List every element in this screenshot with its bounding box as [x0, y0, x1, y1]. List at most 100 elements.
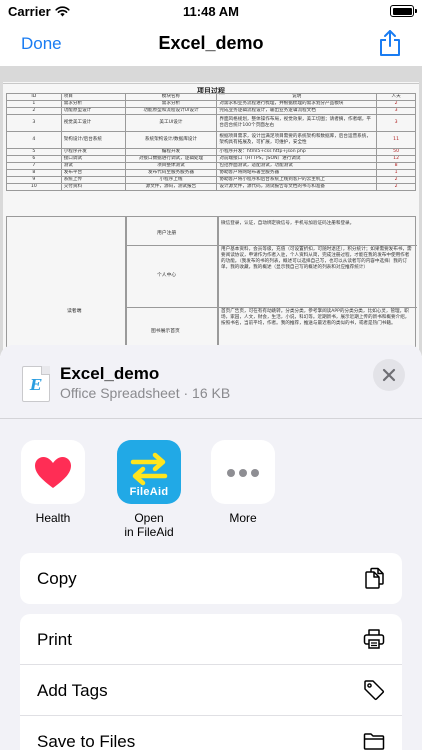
table-cell: 需求分析 [124, 100, 218, 108]
file-subtitle: Office Spreadsheet · 16 KB [60, 385, 231, 401]
app-more[interactable]: More [198, 440, 288, 525]
table-cell: 8 [376, 162, 416, 170]
copy-action[interactable]: Copy [20, 553, 402, 604]
app-label-line1: Open [134, 511, 164, 525]
table-cell: 小程序开发：html5+css http+json php [216, 148, 378, 156]
printer-icon [363, 629, 385, 649]
description-column: 微信登录，认证，自动绑定微信号，手机号加验证码注册和登录。 用户基本资料，会员等… [218, 216, 417, 356]
spreadsheet-lower-section: 读者端 用户注册 个人中心 图书展示首页 微信登录，认证，自动绑定微信号，手机号… [6, 216, 417, 356]
table-cell: 对接口数据进行调试，逻辑处理 [124, 155, 218, 163]
section-text: 微信登录，认证，自动绑定微信号，手机号加验证码注册和登录。 [221, 221, 355, 226]
app-label: Health [35, 511, 71, 525]
table-cell: 协助客户将小程序和后台系统上线到客户的云主机上 [216, 176, 378, 184]
table-cell: 根据项目需求，设计出满足项目需要的系统架构和数据库，后台运营系统，架构具有拓展及… [216, 131, 378, 149]
table-row: 8 发布平台 发布代码至服务服务器 协助客户将网站布署至服务器 1 [6, 169, 416, 177]
table-cell: 2 [376, 176, 416, 184]
app-label-line2: in FileAid [124, 525, 174, 539]
table-cell: 功能原型设计 [60, 107, 126, 115]
table-cell: 50 [376, 148, 416, 156]
header-cell: ID [6, 93, 62, 101]
table-row: 1 需求分析 需求分析 对需求和业务流程进行梳理，并根据梳理的需求划分产品模块 … [6, 100, 416, 108]
group-label: 读者端 [67, 309, 82, 314]
action-label: Add Tags [37, 681, 108, 700]
table-cell: 发布平台 [60, 169, 126, 177]
module-label: 用户注册 [157, 231, 177, 236]
share-sheet-header: E Excel_demo Office Spreadsheet · 16 KB [0, 345, 422, 419]
table-cell: 2 [376, 100, 416, 108]
table-cell: 源文件，源码，测试报告 [124, 183, 218, 191]
table-cell: 5 [6, 148, 62, 156]
status-time: 11:48 AM [183, 4, 239, 19]
share-sheet: E Excel_demo Office Spreadsheet · 16 KB … [0, 345, 422, 750]
table-cell: 11 [376, 131, 416, 149]
battery-icon [390, 5, 417, 17]
table-row: 9 系统上传 小程序上线 协助客户将小程序和后台系统上线到客户的云主机上 2 [6, 176, 416, 184]
navigation-bar: Done Excel_demo [0, 24, 422, 64]
table-cell: 美工UI设计 [124, 114, 218, 132]
fileaid-tile-text: FileAid [129, 486, 169, 498]
print-action[interactable]: Print [20, 614, 402, 665]
table-cell: 架构设计/后台系统 [60, 131, 126, 149]
save-to-files-action[interactable]: Save to Files [20, 716, 402, 750]
app-fileaid[interactable]: FileAid Open in FileAid [104, 440, 194, 539]
app-health[interactable]: Health [8, 440, 98, 525]
table-cell: 界面风格规划，整体操作布局，视觉效果，美工切图；请者摘，作者端，平台后台统计10… [216, 114, 378, 132]
table-cell: 功能原型和流程设计UI设计 [124, 107, 218, 115]
add-tags-action[interactable]: Add Tags [20, 665, 402, 716]
table-cell: 3 [376, 107, 416, 115]
action-group-main: Print Add Tags Save to Files [20, 614, 402, 750]
spreadsheet-file-icon: E [22, 366, 50, 402]
action-label: Save to Files [37, 732, 136, 750]
file-name: Excel_demo [60, 364, 160, 383]
table-cell: 发布代码至服务服务器 [124, 169, 218, 177]
table-cell: 编程开发 [124, 148, 218, 156]
action-label: Print [37, 630, 72, 649]
more-app-tile[interactable] [211, 440, 275, 504]
table-cell: 接口调试 [60, 155, 126, 163]
health-app-tile[interactable] [21, 440, 85, 504]
module-column: 用户注册 个人中心 图书展示首页 [126, 216, 219, 356]
table-cell: 3 [376, 114, 416, 132]
share-apps-row: Health FileAid Open in FileAid More [0, 440, 422, 540]
app-label: Open in FileAid [104, 511, 194, 539]
document-preview: 项目过程 ID 项目 模块名称 说明 人天 1 需求分析 需求分析 对需求和业务… [0, 66, 422, 356]
header-cell: 人天 [376, 93, 416, 101]
copy-icon [365, 567, 384, 589]
folder-icon [363, 733, 385, 750]
table-cell: 7 [6, 162, 62, 170]
close-icon [382, 368, 396, 382]
spreadsheet-page: 项目过程 ID 项目 模块名称 说明 人天 1 需求分析 需求分析 对需求和业务… [3, 82, 419, 356]
table-cell: 设计源文件，源代码，测试报告等文档的书写和准备 [216, 183, 378, 191]
table-cell: 3 [6, 114, 62, 132]
table-cell: 完成业务逻辑流程设计，输出业务逻辑流程文档 [216, 107, 378, 115]
file-icon-letter: E [30, 376, 42, 394]
table-cell: 2 [6, 107, 62, 115]
status-bar: Carrier 11:48 AM [0, 0, 422, 24]
table-cell: 6 [6, 155, 62, 163]
spreadsheet-table: ID 项目 模块名称 说明 人天 1 需求分析 需求分析 对需求和业务流程进行梳… [6, 93, 416, 191]
app-label: More [229, 511, 257, 525]
table-cell: 需求分析 [60, 100, 126, 108]
close-button[interactable] [373, 359, 405, 391]
table-cell: 对需求和业务流程进行梳理，并根据梳理的需求划分产品模块 [216, 100, 378, 108]
table-cell: 包括界面测试，适配测试，功能测试 [216, 162, 378, 170]
fileaid-app-tile[interactable]: FileAid [117, 440, 181, 504]
table-row: 2 功能原型设计 功能原型和流程设计UI设计 完成业务逻辑流程设计，输出业务逻辑… [6, 107, 416, 115]
header-cell: 项目 [60, 93, 126, 101]
section-text: 首页广告页，可在有有动跳转。分类分类，参考掌阅读APP的分类分类，比如心灵，管理… [221, 309, 410, 326]
table-row: 4 架构设计/后台系统 系统架构设计/数据库设计 根据项目需求，设计出满足项目需… [6, 131, 416, 149]
table-cell: 9 [6, 176, 62, 184]
table-cell: 测试 [60, 162, 126, 170]
table-cell: 小程序开发 [60, 148, 126, 156]
table-cell: 10 [6, 183, 62, 191]
table-row: 6 接口调试 对接口数据进行调试，逻辑处理 对前端接口（HTTPS，JSON）进… [6, 155, 416, 163]
more-dots-icon [211, 464, 275, 482]
module-label: 个人中心 [157, 273, 177, 278]
table-row: 3 视觉美工设计 美工UI设计 界面风格规划，整体操作布局，视觉效果，美工切图；… [6, 114, 416, 132]
group-column: 读者端 [6, 216, 126, 356]
share-icon[interactable] [378, 29, 402, 57]
module-label: 图书展示首页 [151, 329, 180, 334]
table-row: 7 测试 项目整体测试 包括界面测试，适配测试，功能测试 8 [6, 162, 416, 170]
action-label: Copy [37, 569, 77, 588]
health-heart-icon [35, 457, 71, 488]
